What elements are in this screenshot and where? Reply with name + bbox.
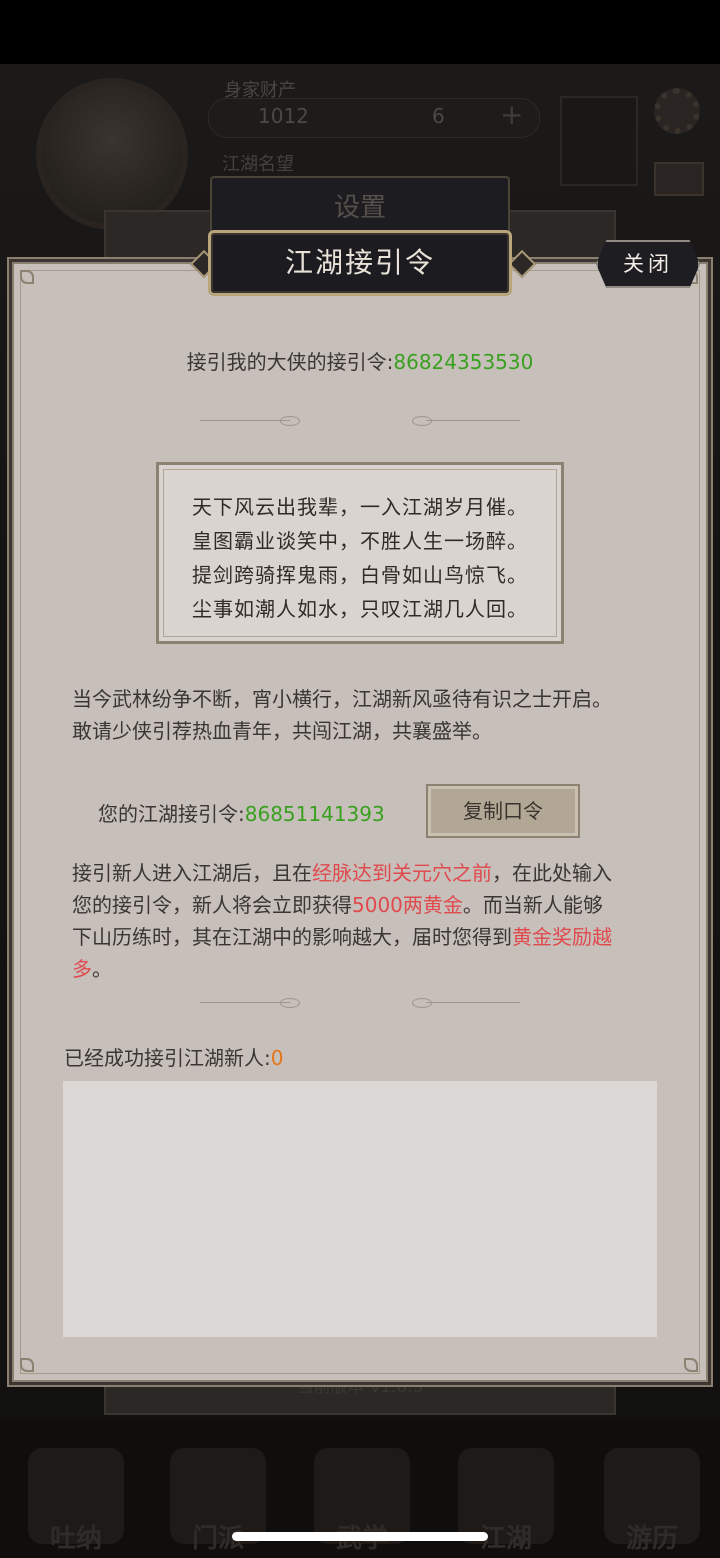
- home-indicator[interactable]: [232, 1532, 488, 1541]
- invited-list[interactable]: [63, 1081, 657, 1337]
- rules-text: 您的接引令，新人将会立即获得: [72, 893, 352, 917]
- my-code-label: 您的江湖接引令:: [98, 802, 245, 826]
- invited-count-line: 已经成功接引江湖新人:0: [64, 1042, 283, 1071]
- nav-label: 游历: [625, 1524, 678, 1554]
- taiji-icon: [560, 96, 638, 186]
- poem-box: 天下风云出我辈，一入江湖岁月催。 皇图霸业谈笑中，不胜人生一场醉。 提剑跨骑挥鬼…: [156, 462, 564, 644]
- rules-highlight: 5000两黄金: [352, 893, 463, 917]
- rules-text: 接引新人进入江湖后，且在: [72, 861, 312, 885]
- rules-text: 。: [92, 957, 112, 981]
- corner-ornament-icon: [684, 1358, 700, 1374]
- rules-highlight: 黄金奖励越: [512, 925, 612, 949]
- referrer-code: 86824353530: [393, 350, 534, 374]
- rules-line-1: 接引新人进入江湖后，且在经脉达到关元穴之前，在此处输入: [72, 857, 662, 889]
- modal-title-text: 江湖接引令: [284, 246, 435, 279]
- jade-amount: 6: [432, 104, 445, 128]
- invited-count: 0: [270, 1046, 284, 1070]
- rules-highlight: 经脉达到关元穴之前: [312, 861, 492, 885]
- gear-icon: [654, 88, 700, 134]
- close-button[interactable]: 关闭: [596, 240, 700, 288]
- rules-text: ，在此处输入: [492, 861, 612, 885]
- my-code: 86851141393: [244, 802, 385, 826]
- nav-label: 吐纳: [49, 1524, 102, 1554]
- modal-title: 江湖接引令: [208, 230, 512, 296]
- poem-line: 提剑跨骑挥鬼雨，白骨如山鸟惊飞。: [192, 563, 528, 587]
- rules-line-4: 多。: [72, 953, 662, 985]
- rules-text: 下山历练时，其在江湖中的影响越大，届时您得到: [72, 925, 512, 949]
- rules-line-3: 下山历练时，其在江湖中的影响越大，届时您得到黄金奖励越: [72, 921, 662, 953]
- divider: [200, 998, 520, 1008]
- corner-ornament-icon: [20, 1358, 36, 1374]
- corner-ornament-icon: [20, 270, 36, 286]
- gold-amount: 1012: [258, 104, 309, 128]
- poem-line: 尘事如潮人如水，只叹江湖几人回。: [192, 597, 528, 621]
- intro-line: 当今武林纷争不断，宵小横行，江湖新风亟待有识之士开启。: [72, 687, 612, 711]
- invited-label: 已经成功接引江湖新人:: [64, 1046, 271, 1070]
- rules-text: 。而当新人能够: [462, 893, 603, 917]
- status-bar: [0, 0, 720, 64]
- add-currency-button: +: [500, 98, 524, 131]
- referrer-label: 接引我的大侠的接引令:: [186, 350, 394, 374]
- my-code-line: 您的江湖接引令:86851141393: [98, 798, 385, 827]
- rules-line-2: 您的接引令，新人将会立即获得5000两黄金。而当新人能够: [72, 889, 662, 921]
- referrer-code-line: 接引我的大侠的接引令:86824353530: [0, 346, 720, 375]
- poem-line: 皇图霸业谈笑中，不胜人生一场醉。: [192, 529, 528, 553]
- avatar: [36, 78, 188, 230]
- mail-icon: [654, 162, 704, 196]
- rules-highlight: 多: [72, 957, 92, 981]
- intro-line: 敢请少侠引荐热血青年，共闯江湖，共襄盛举。: [72, 719, 492, 743]
- reputation-label: 江湖名望: [222, 154, 294, 175]
- poem-line: 天下风云出我辈，一入江湖岁月催。: [192, 495, 528, 519]
- copy-code-button[interactable]: 复制口令: [426, 784, 580, 838]
- divider: [200, 416, 520, 426]
